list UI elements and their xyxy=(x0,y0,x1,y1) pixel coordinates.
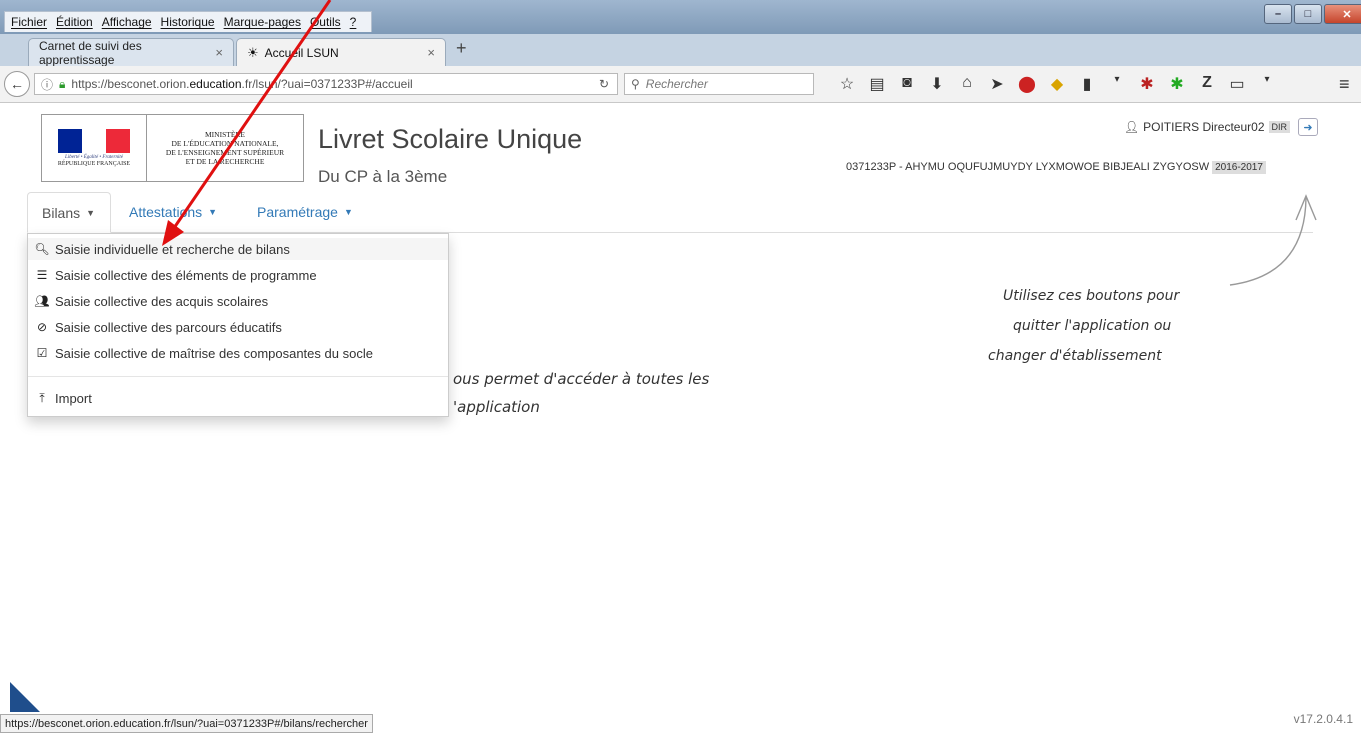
help-side-line3: changer d'établissement xyxy=(988,348,1162,364)
window-controls: – □ ✕ xyxy=(1262,4,1361,24)
bookmark-star-icon[interactable]: ☆ xyxy=(832,74,862,94)
search-icon: 🔍︎ xyxy=(34,242,50,256)
marianne-block: Liberté • Égalité • Fraternité RÉPUBLIQU… xyxy=(42,115,147,181)
search-placeholder: Rechercher xyxy=(645,77,708,91)
send-icon[interactable]: ➤ xyxy=(982,74,1012,94)
users-icon: 👥︎ xyxy=(34,294,50,308)
search-icon: ⚲ xyxy=(631,77,640,91)
extension-green-icon[interactable]: ✱ xyxy=(1162,74,1192,94)
motto-text: Liberté • Égalité • Fraternité xyxy=(65,155,123,160)
arrow-left-icon: ← xyxy=(10,76,24,92)
sign-out-icon: ➜ xyxy=(1303,121,1313,134)
download-icon[interactable]: ⬇ xyxy=(922,74,952,94)
compass-icon: ⊘ xyxy=(36,320,48,334)
menu-affichage[interactable]: Affichage xyxy=(102,15,152,29)
menu-item-import[interactable]: ⤒ Import xyxy=(28,387,448,409)
user-info: 👤︎ POITIERS Directeur02 DIR xyxy=(1124,120,1290,134)
lock-icon: 🔒︎ xyxy=(59,76,66,91)
checkbox-icon: ☑ xyxy=(36,346,48,360)
bilans-dropdown-menu: 🔍︎ Saisie individuelle et recherche de b… xyxy=(27,233,449,417)
back-button[interactable]: ← xyxy=(4,71,30,97)
extension-red-icon[interactable]: ✱ xyxy=(1132,74,1162,94)
user-icon: 👤︎ xyxy=(1123,120,1140,134)
app-title: Livret Scolaire Unique xyxy=(318,124,583,154)
minimize-button[interactable]: – xyxy=(1264,4,1292,24)
tab-bilans[interactable]: Bilans ▼ xyxy=(27,192,111,233)
user-name: POITIERS Directeur02 xyxy=(1143,120,1265,134)
corner-decoration xyxy=(10,682,40,712)
list-icon: ☰ xyxy=(36,268,48,282)
status-url: https://besconet.orion.education.fr/lsun… xyxy=(0,714,373,733)
info-icon[interactable]: ⓘ xyxy=(41,76,53,93)
caret-down-icon: ▼ xyxy=(86,207,96,218)
republic-text: RÉPUBLIQUE FRANÇAISE xyxy=(57,161,131,167)
school-year-badge: 2016-2017 xyxy=(1212,161,1266,174)
french-flag-icon xyxy=(58,129,130,153)
new-tab-button[interactable]: + xyxy=(456,38,467,59)
help-text-line1: ous permet d'accéder à toutes les xyxy=(453,370,710,388)
upload-icon: ⤒ xyxy=(39,390,45,405)
etablissement-name: 0371233P - AHYMU OQUFUJMUYDY LYXMOWOE BI… xyxy=(846,161,1210,173)
help-arrow-icon xyxy=(1229,194,1317,286)
menu-fichier[interactable]: Fichier xyxy=(11,15,47,29)
reading-list-icon[interactable]: ▤ xyxy=(862,74,892,94)
menu-item-elements-programme[interactable]: ☰ Saisie collective des éléments de prog… xyxy=(28,264,448,286)
annotation-arrow-icon xyxy=(162,0,332,246)
toolbar-icons: ☆ ▤ ◙ ⬇ ⌂ ➤ ⬤ ◆ ▮ ▾ ✱ ✱ Z ▭ ▾ xyxy=(832,74,1282,94)
menu-item-parcours-educatifs[interactable]: ⊘ Saisie collective des parcours éducati… xyxy=(28,316,448,338)
hamburger-menu-icon[interactable]: ≡ xyxy=(1339,74,1350,95)
menu-edition[interactable]: Édition xyxy=(56,15,93,29)
maximize-button[interactable]: □ xyxy=(1294,4,1322,24)
help-text-line2: 'application xyxy=(453,398,540,416)
help-side-line1: Utilisez ces boutons pour xyxy=(1003,288,1180,304)
page-icon[interactable]: ▭ xyxy=(1222,74,1252,94)
menu-item-acquis-scolaires[interactable]: 👥︎ Saisie collective des acquis scolaire… xyxy=(28,290,448,312)
etablissement-info: 0371233P - AHYMU OQUFUJMUYDY LYXMOWOE BI… xyxy=(846,161,1266,174)
home-icon[interactable]: ⌂ xyxy=(952,74,982,94)
logout-button[interactable]: ➜ xyxy=(1298,118,1318,136)
role-badge: DIR xyxy=(1268,121,1290,133)
app-version: v17.2.0.4.1 xyxy=(1293,712,1353,726)
zotero-icon[interactable]: Z xyxy=(1192,74,1222,94)
search-input[interactable]: ⚲ Rechercher xyxy=(624,73,814,95)
clipboard-icon[interactable]: ▮ xyxy=(1072,74,1102,94)
menu-help[interactable]: ? xyxy=(350,15,357,29)
reload-icon[interactable]: ↻ xyxy=(599,77,609,91)
close-window-button[interactable]: ✕ xyxy=(1324,4,1361,24)
adblock-icon[interactable]: ⬤ xyxy=(1012,74,1042,94)
close-tab-icon[interactable]: × xyxy=(427,45,435,60)
help-side-line2: quitter l'application ou xyxy=(1013,318,1172,334)
pocket-icon[interactable]: ◙ xyxy=(892,74,922,94)
extension-dropdown-icon[interactable]: ▾ xyxy=(1102,74,1132,94)
extension-color-icon[interactable]: ◆ xyxy=(1042,74,1072,94)
menu-divider xyxy=(28,376,448,377)
menu-item-maitrise-socle[interactable]: ☑ Saisie collective de maîtrise des comp… xyxy=(28,342,448,364)
page-dropdown-icon[interactable]: ▾ xyxy=(1252,74,1282,94)
